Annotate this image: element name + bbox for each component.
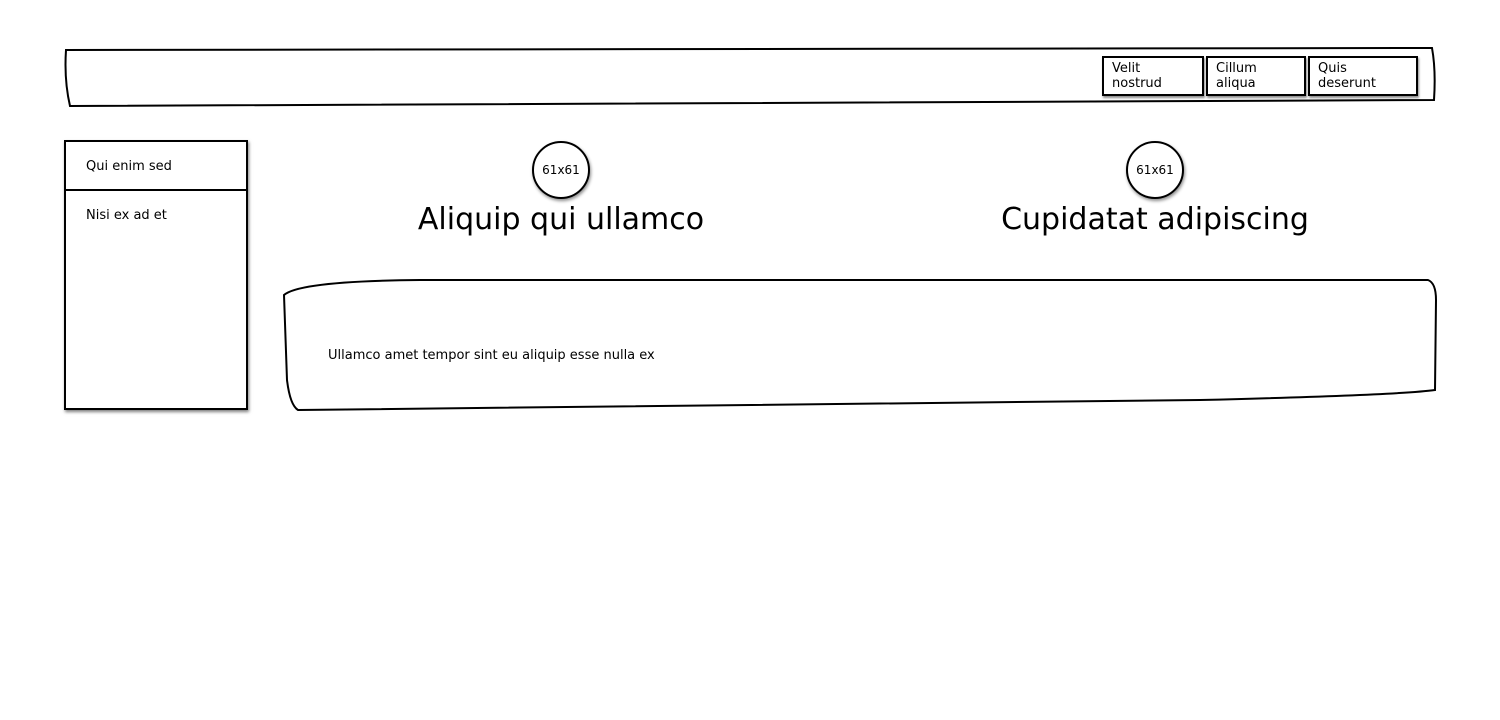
avatar-placeholder: 61x61 [532, 141, 590, 199]
feature-title: Aliquip qui ullamco [417, 202, 705, 237]
header-bar: Velit nostrud Cillum aliqua Quis deserun… [64, 48, 1436, 108]
content-text: Ullamco amet tempor sint eu aliquip esse… [328, 348, 655, 363]
nav-button-velit-nostrud[interactable]: Velit nostrud [1102, 56, 1204, 96]
sidebar-item-label: Nisi ex ad et [86, 208, 167, 223]
sidebar-item-nisi-ex-ad-et[interactable]: Nisi ex ad et [66, 191, 246, 240]
nav-button-quis-deserunt[interactable]: Quis deserunt [1308, 56, 1418, 96]
sidebar-item-label: Qui enim sed [86, 159, 172, 174]
nav-buttons: Velit nostrud Cillum aliqua Quis deserun… [1100, 56, 1418, 96]
sidebar-item-qui-enim-sed[interactable]: Qui enim sed [66, 142, 246, 191]
content-box-outline [282, 279, 1438, 412]
avatar-placeholder: 61x61 [1126, 141, 1184, 199]
sidebar: Qui enim sed Nisi ex ad et [64, 140, 248, 410]
feature-title: Cupidatat adipiscing [1001, 202, 1309, 237]
nav-button-cillum-aliqua[interactable]: Cillum aliqua [1206, 56, 1306, 96]
